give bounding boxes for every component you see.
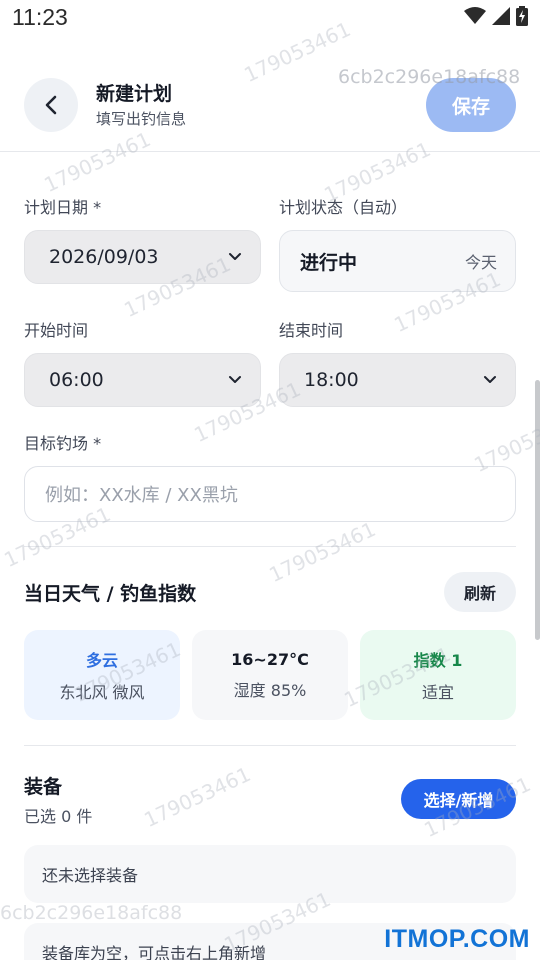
status-bar: 11:23 <box>0 0 540 38</box>
back-button[interactable] <box>24 78 78 132</box>
signal-icon <box>492 7 510 25</box>
watermark-id: 179053461 <box>265 516 380 588</box>
plan-date-value: 2026/09/03 <box>49 246 159 268</box>
site-logo: ITMOP.COM <box>384 925 530 953</box>
chevron-left-icon <box>45 95 57 115</box>
weather-card-index: 指数 1 适宜 <box>360 630 516 720</box>
section-divider <box>24 745 516 746</box>
plan-status-label: 计划状态（自动） <box>279 198 408 217</box>
chevron-down-icon <box>229 253 241 260</box>
watermark-id: 179053461 <box>140 761 255 833</box>
weather-humidity: 湿度 85% <box>233 680 307 700</box>
watermark-hash: 6cb2c296e18afc88 <box>0 902 183 924</box>
end-time-value: 18:00 <box>304 369 359 391</box>
chevron-down-icon <box>484 376 496 383</box>
plan-date-label: 计划日期 * <box>24 198 102 217</box>
weather-condition: 多云 <box>85 651 118 670</box>
spot-label: 目标钓场 * <box>24 434 102 453</box>
start-time-label: 开始时间 <box>24 321 89 340</box>
watermark-hash: 6cb2c296e18afc88 <box>338 66 521 88</box>
page-subtitle: 填写出钓信息 <box>96 110 187 128</box>
status-icons <box>464 6 528 26</box>
equipment-count: 已选 0 件 <box>24 807 93 826</box>
weather-wind: 东北风 微风 <box>59 683 145 702</box>
weather-card-temperature: 16~27°C 湿度 85% <box>192 630 348 720</box>
start-time-select[interactable]: 06:00 <box>24 353 261 407</box>
spot-placeholder: 例如：XX水库 / XX黑坑 <box>45 485 238 506</box>
wifi-icon <box>464 7 486 24</box>
chevron-down-icon <box>229 376 241 383</box>
scrollbar[interactable] <box>535 380 540 640</box>
plan-status-display: 进行中 今天 <box>279 230 516 292</box>
weather-card-condition: 多云 东北风 微风 <box>24 630 180 720</box>
weather-section-title: 当日天气 / 钓鱼指数 <box>24 583 197 605</box>
fishing-index-text: 适宜 <box>421 683 454 702</box>
battery-charging-icon <box>516 6 528 26</box>
fishing-index: 指数 1 <box>413 651 463 670</box>
weather-temperature: 16~27°C <box>231 649 309 669</box>
plan-status-value: 进行中 <box>300 251 358 274</box>
end-time-select[interactable]: 18:00 <box>279 353 516 407</box>
empty-selected-equipment: 还未选择装备 <box>24 845 516 903</box>
plan-date-select[interactable]: 2026/09/03 <box>24 230 261 284</box>
end-time-label: 结束时间 <box>279 321 344 340</box>
status-time: 11:23 <box>12 4 68 30</box>
start-time-value: 06:00 <box>49 369 104 391</box>
equipment-section-title: 装备 <box>24 776 63 798</box>
page-title: 新建计划 <box>96 83 173 105</box>
select-add-equipment-button[interactable]: 选择/新增 <box>401 779 516 819</box>
plan-status-hint: 今天 <box>464 253 497 272</box>
spot-input[interactable]: 例如：XX水库 / XX黑坑 <box>24 466 516 522</box>
section-divider <box>24 546 516 547</box>
refresh-button[interactable]: 刷新 <box>444 572 516 612</box>
